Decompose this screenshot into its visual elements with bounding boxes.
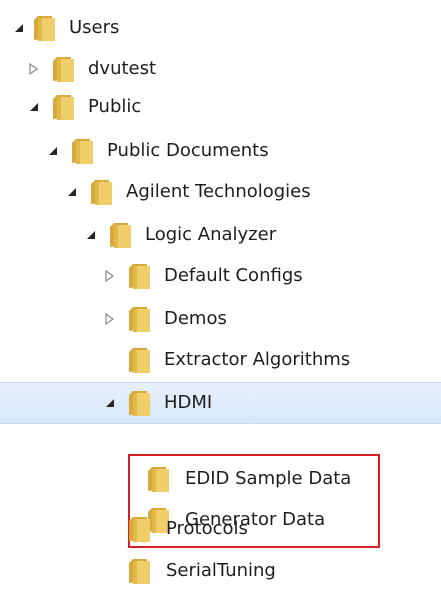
tree-item-agilent-technologies[interactable]: Agilent Technologies <box>0 172 441 212</box>
collapsed-arrow-icon[interactable] <box>103 312 117 326</box>
tree-item-public[interactable]: Public <box>0 87 441 127</box>
tree-item-logic-analyzer[interactable]: Logic Analyzer <box>0 215 441 255</box>
tree-item-demos[interactable]: Demos <box>0 299 441 339</box>
collapsed-arrow-icon[interactable] <box>27 62 41 76</box>
tree-item-label: SerialTuning <box>166 560 276 581</box>
tree-item-default-configs[interactable]: Default Configs <box>0 256 441 296</box>
tree-item-label: Public Documents <box>107 140 269 161</box>
tree-item-protocols-clean[interactable]: Protocols <box>0 509 441 549</box>
folder-icon <box>126 515 152 543</box>
expanded-arrow-icon[interactable] <box>65 185 79 199</box>
tree-item-label: Users <box>69 17 120 38</box>
folder-icon <box>50 93 76 121</box>
expanded-arrow-icon[interactable] <box>103 396 117 410</box>
folder-icon <box>126 389 152 417</box>
folder-tree: Users dvutest Public Public Documents Ag… <box>0 0 441 595</box>
expanded-arrow-icon[interactable] <box>84 228 98 242</box>
expanded-arrow-icon[interactable] <box>12 21 26 35</box>
folder-icon <box>126 305 152 333</box>
tree-item-extractor-algorithms[interactable]: Extractor Algorithms <box>0 340 441 380</box>
tree-item-label: Logic Analyzer <box>145 224 277 245</box>
collapsed-arrow-icon[interactable] <box>103 269 117 283</box>
folder-icon <box>50 55 76 83</box>
folder-icon <box>126 557 152 585</box>
expanded-arrow-icon[interactable] <box>27 100 41 114</box>
tree-item-label: Extractor Algorithms <box>164 349 351 370</box>
tree-item-label: Default Configs <box>164 265 303 286</box>
folder-icon <box>126 262 152 290</box>
expanded-arrow-icon[interactable] <box>46 144 60 158</box>
tree-item-serialtuning[interactable]: SerialTuning <box>0 551 441 591</box>
tree-item-dvutest[interactable]: dvutest <box>0 49 441 89</box>
tree-item-users[interactable]: Users <box>0 8 441 48</box>
tree-item-public-documents[interactable]: Public Documents <box>0 131 441 171</box>
tree-item-hdmi[interactable]: HDMI <box>0 382 441 424</box>
folder-icon <box>107 221 133 249</box>
folder-icon <box>126 346 152 374</box>
folder-icon <box>88 178 114 206</box>
tree-item-label: Public <box>88 96 142 117</box>
tree-item-label: dvutest <box>88 58 157 79</box>
folder-icon <box>31 14 57 42</box>
tree-item-label: HDMI <box>164 392 213 413</box>
folder-icon <box>69 137 95 165</box>
tree-item-label: Agilent Technologies <box>126 181 311 202</box>
tree-item-label: Demos <box>164 308 227 329</box>
tree-item-label: Protocols <box>166 518 248 539</box>
